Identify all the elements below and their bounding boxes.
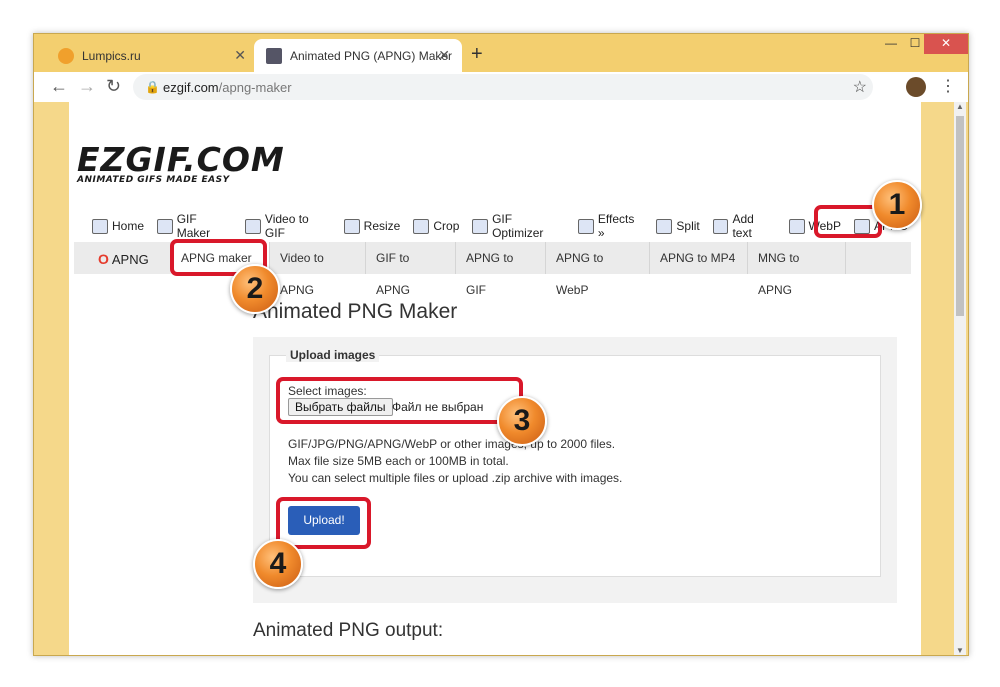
lock-icon: 🔒 [145,80,160,94]
url-text: ezgif.com/apng-maker [163,80,292,95]
page-title: Animated PNG Maker [253,300,458,323]
nav-label: Add text [732,212,754,240]
nav-label: Resize [363,219,401,233]
lumpics-favicon-icon [58,47,74,64]
nav-split[interactable]: Split [656,216,700,236]
nav-label: Crop [433,219,460,233]
new-tab-icon[interactable]: + [471,43,483,66]
profile-avatar-icon[interactable] [906,77,926,97]
browser-window: Lumpics.ru ✕ Animated PNG (APNG) Maker ✕… [33,33,969,656]
tab-strip: Lumpics.ru ✕ Animated PNG (APNG) Maker ✕… [34,34,968,72]
scroll-thumb[interactable] [956,116,964,316]
subnav-apng-to-mp4[interactable]: APNG to MP4 [650,242,748,274]
tab-lumpics[interactable]: Lumpics.ru ✕ [46,39,258,72]
info-line: You can select multiple files or upload … [288,471,623,485]
menu-kebab-icon[interactable]: ⋮ [940,76,956,96]
split-icon [656,218,673,234]
output-title: Animated PNG output: [253,620,444,641]
subnav-video-to-apng[interactable]: Video to APNG [270,242,366,297]
highlight-upload-button [276,497,371,549]
palette-icon [578,218,594,234]
text-icon [712,218,729,234]
tab-apng-maker[interactable]: Animated PNG (APNG) Maker ✕ [254,39,462,72]
apng-logo-icon: O [98,251,109,267]
scroll-up-icon[interactable]: ▲ [956,102,964,111]
film-icon [245,218,261,234]
nav-label: Home [112,219,145,233]
scroll-down-icon[interactable]: ▼ [956,646,964,655]
bookmark-star-icon[interactable]: ☆ [853,77,867,97]
reload-icon[interactable]: ↻ [106,76,121,97]
close-icon[interactable]: ✕ [438,47,450,64]
nav-video-to-gif[interactable]: Video to GIF [245,212,330,240]
nav-gif-optimizer[interactable]: GIF Optimizer [472,212,565,240]
close-icon[interactable]: ✕ [234,47,246,64]
back-icon[interactable]: ← [50,76,68,97]
nav-label: GIF Maker [176,212,211,240]
nav-label: Video to GIF [264,212,309,240]
nav-label: Split [676,219,700,233]
crop-icon [413,218,430,234]
subnav-gif-to-apng[interactable]: GIF to APNG [366,242,456,297]
step-badge-2: 2 [230,264,280,314]
subnav-brand-label: APNG [111,252,149,267]
nav-home[interactable]: Home [92,216,144,236]
site-logo[interactable]: EZGIF.COM ANIMATED GIFS MADE EASY [77,140,285,185]
home-icon [92,218,108,234]
info-line: GIF/JPG/PNG/APNG/WebP or other images, u… [288,437,616,451]
nav-crop[interactable]: Crop [413,216,459,236]
logo-text: EZGIF.COM [77,140,285,179]
window-close-icon[interactable]: ✕ [924,34,968,54]
step-badge-3: 3 [497,396,547,446]
subnav-apng-to-gif[interactable]: APNG to GIF [456,242,546,297]
optimizer-icon [472,218,489,234]
webp-icon [788,218,805,234]
gif-maker-icon [157,218,173,234]
subnav-apng-to-webp[interactable]: APNG to WebP [546,242,650,297]
tab-title: Animated PNG (APNG) Maker [290,48,453,63]
nav-effects[interactable]: Effects » [578,212,643,240]
step-badge-4: 4 [253,539,303,589]
nav-label: Effects » [597,212,635,240]
highlight-file-input [276,377,523,424]
info-line: Max file size 5MB each or 100MB in total… [288,454,509,468]
tab-title: Lumpics.ru [82,48,141,63]
nav-gif-maker[interactable]: GIF Maker [157,212,232,240]
browser-toolbar: ← → ↻ 🔒 ezgif.com/apng-maker ☆ ⋮ [34,72,968,102]
upload-legend: Upload images [286,348,380,362]
subnav-mng-to-apng[interactable]: MNG to APNG [748,242,846,297]
resize-icon [343,218,360,234]
ezgif-favicon-icon [266,47,282,64]
subnav-brand: O APNG [98,251,149,267]
main-nav: Home GIF Maker Video to GIF Resize Crop … [92,212,921,240]
step-badge-1: 1 [872,180,922,230]
url-domain: ezgif.com [163,80,219,95]
nav-label: GIF Optimizer [492,212,544,240]
vertical-scrollbar[interactable]: ▲ ▼ [954,102,966,655]
forward-icon[interactable]: → [78,76,96,97]
nav-resize[interactable]: Resize [343,216,401,236]
address-bar[interactable]: 🔒 ezgif.com/apng-maker ☆ [133,74,873,100]
nav-add-text[interactable]: Add text [712,212,776,240]
upload-info: GIF/JPG/PNG/APNG/WebP or other images, u… [288,436,622,487]
url-path: /apng-maker [218,80,292,95]
